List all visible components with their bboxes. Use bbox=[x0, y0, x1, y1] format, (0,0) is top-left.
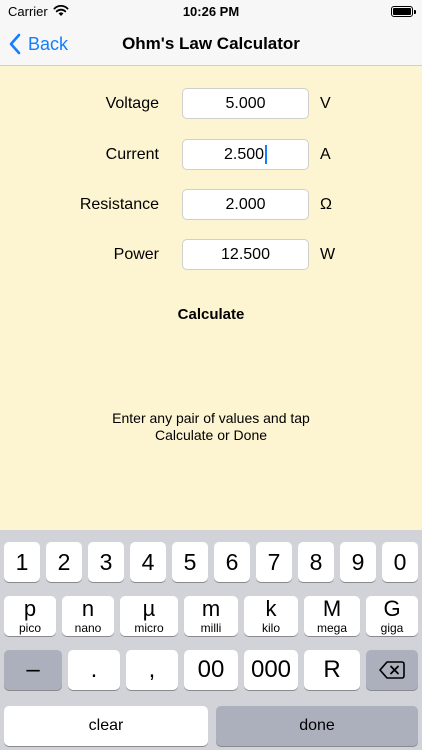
key-minus[interactable]: – bbox=[4, 650, 62, 690]
key-milli[interactable]: m milli bbox=[184, 596, 238, 636]
key-1[interactable]: 1 bbox=[4, 542, 40, 582]
current-row: Current 2.500 A bbox=[0, 139, 422, 171]
key-pico-name: pico bbox=[18, 621, 41, 635]
key-nano[interactable]: n nano bbox=[62, 596, 114, 636]
power-row: Power 12.500 W bbox=[0, 239, 422, 271]
key-micro-name: micro bbox=[134, 621, 164, 635]
current-unit: A bbox=[320, 146, 331, 163]
key-double-zero[interactable]: 00 bbox=[184, 650, 238, 690]
key-giga[interactable]: G giga bbox=[366, 596, 418, 636]
page-title: Ohm's Law Calculator bbox=[122, 34, 300, 53]
key-giga-name: giga bbox=[380, 621, 404, 635]
voltage-label: Voltage bbox=[105, 95, 159, 112]
instruction-line-1: Enter any pair of values and tap bbox=[112, 410, 310, 426]
text-cursor bbox=[265, 145, 268, 165]
key-pico[interactable]: p pico bbox=[4, 596, 56, 636]
key-kilo-symbol: k bbox=[265, 596, 277, 621]
power-unit: W bbox=[320, 246, 336, 263]
key-5[interactable]: 5 bbox=[172, 542, 208, 582]
custom-keyboard: 1 2 3 4 5 6 7 8 9 0 p pico n nano µ micr… bbox=[0, 530, 422, 750]
voltage-row: Voltage 5.000 V bbox=[0, 88, 422, 120]
current-field[interactable]: 2.500 bbox=[182, 139, 309, 170]
key-milli-symbol: m bbox=[201, 596, 221, 621]
backspace-button[interactable] bbox=[366, 650, 418, 690]
key-mega-name: mega bbox=[316, 621, 348, 635]
key-2[interactable]: 2 bbox=[46, 542, 82, 582]
resistance-field[interactable]: 2.000 bbox=[182, 189, 309, 220]
key-r[interactable]: R bbox=[304, 650, 360, 690]
key-pico-symbol: p bbox=[23, 596, 37, 621]
backspace-icon bbox=[379, 661, 405, 679]
key-3[interactable]: 3 bbox=[88, 542, 124, 582]
key-kilo[interactable]: k kilo bbox=[244, 596, 298, 636]
voltage-unit: V bbox=[320, 95, 331, 112]
key-micro[interactable]: µ micro bbox=[120, 596, 178, 636]
status-time: 10:26 PM bbox=[182, 4, 240, 19]
power-field[interactable]: 12.500 bbox=[182, 239, 309, 270]
key-comma[interactable]: , bbox=[126, 650, 178, 690]
key-7[interactable]: 7 bbox=[256, 542, 292, 582]
done-button[interactable]: done bbox=[216, 706, 418, 746]
navigation-bar: Back Ohm's Law Calculator bbox=[0, 24, 422, 66]
key-triple-zero[interactable]: 000 bbox=[244, 650, 298, 690]
key-mega[interactable]: M mega bbox=[304, 596, 360, 636]
key-decimal-point[interactable]: . bbox=[68, 650, 120, 690]
current-value: 2.500 bbox=[223, 146, 265, 163]
resistance-label: Resistance bbox=[79, 196, 159, 213]
calculate-button[interactable]: Calculate bbox=[0, 306, 422, 323]
key-nano-symbol: n bbox=[81, 596, 95, 621]
key-kilo-name: kilo bbox=[261, 621, 280, 635]
key-8[interactable]: 8 bbox=[298, 542, 334, 582]
key-giga-symbol: G bbox=[383, 596, 401, 621]
status-bar: Carrier 10:26 PM bbox=[0, 0, 422, 24]
resistance-row: Resistance 2.000 Ω bbox=[0, 189, 422, 221]
key-milli-name: milli bbox=[200, 621, 222, 635]
clear-button[interactable]: clear bbox=[4, 706, 208, 746]
key-4[interactable]: 4 bbox=[130, 542, 166, 582]
key-micro-symbol: µ bbox=[142, 596, 156, 621]
key-mega-symbol: M bbox=[322, 596, 342, 621]
key-6[interactable]: 6 bbox=[214, 542, 250, 582]
instruction-line-2: Calculate or Done bbox=[154, 427, 268, 443]
battery-icon bbox=[391, 6, 416, 17]
power-label: Power bbox=[113, 246, 159, 263]
key-9[interactable]: 9 bbox=[340, 542, 376, 582]
current-label: Current bbox=[105, 146, 159, 163]
instruction-text: Enter any pair of values and tap Calcula… bbox=[0, 410, 422, 444]
key-0[interactable]: 0 bbox=[382, 542, 418, 582]
resistance-unit: Ω bbox=[320, 196, 332, 213]
voltage-field[interactable]: 5.000 bbox=[182, 88, 309, 119]
key-nano-name: nano bbox=[74, 621, 102, 635]
